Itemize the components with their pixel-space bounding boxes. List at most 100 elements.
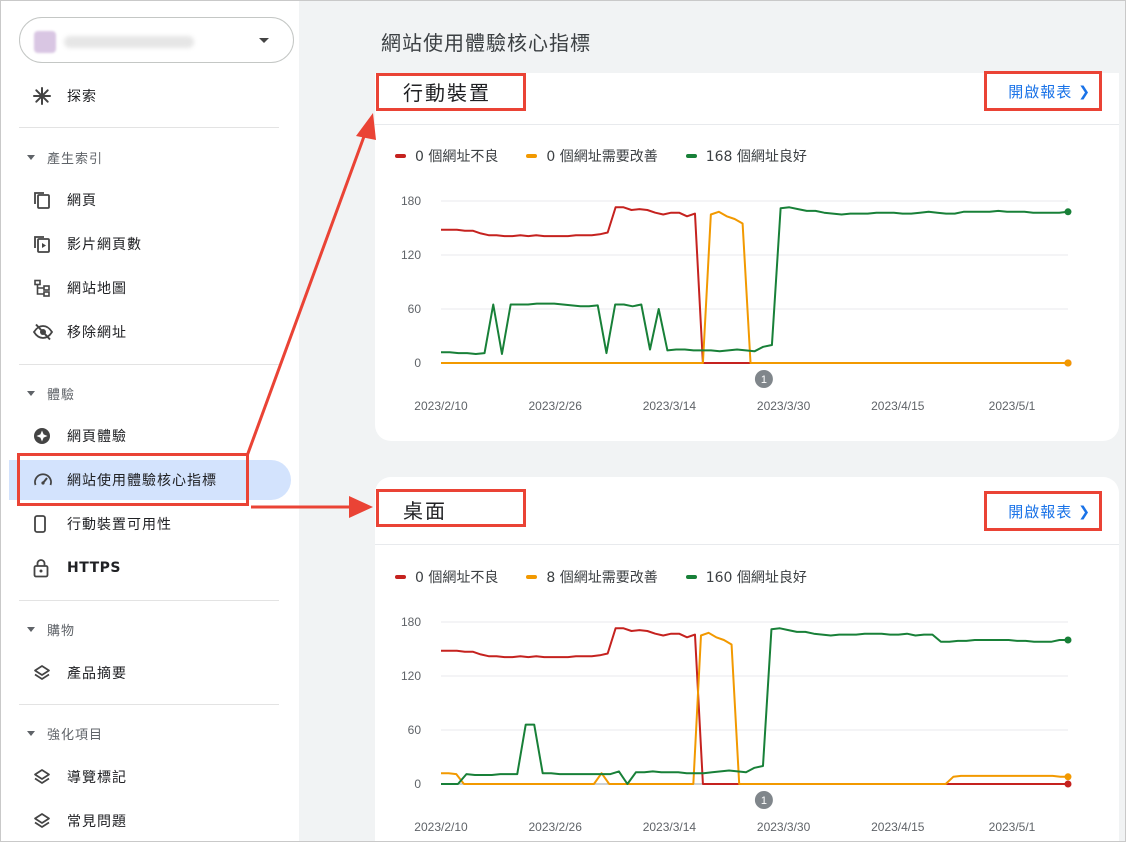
x-tick-label: 2023/5/1 (989, 399, 1036, 413)
sidebar-item-video-pages[interactable]: 影片網頁數 (19, 224, 291, 264)
mobile-line-chart: 0 60 120 180 2023/2/10 2023/2/26 2023/3/14 2023… (401, 194, 1072, 413)
eye-off-icon (19, 323, 67, 341)
mobile-card: 行動裝置 開啟報表 ❯ 0 個網址不良 0 個網址需要改善 168 個網址良好 0… (375, 73, 1119, 441)
legend-label: 8 個網址需要改善 (546, 570, 658, 586)
series-end-point (1064, 636, 1072, 644)
section-indexing[interactable]: 產生索引 (23, 147, 103, 167)
x-tick-label: 2023/3/14 (643, 399, 697, 413)
series-end-point (1064, 780, 1072, 788)
divider (19, 364, 279, 365)
legend-swatch (395, 575, 406, 579)
y-tick-label: 0 (414, 356, 421, 370)
legend-swatch (526, 154, 538, 158)
sidebar-item-page-experience[interactable]: 網頁體驗 (19, 416, 291, 456)
layers-icon (19, 768, 67, 786)
x-tick-label: 2023/4/15 (871, 820, 925, 834)
sidebar-item-breadcrumbs[interactable]: 導覽標記 (19, 757, 291, 797)
series-line (441, 206, 1068, 364)
collapse-triangle-icon (27, 730, 35, 736)
property-selector[interactable] (19, 17, 294, 63)
sidebar-item-label: 網站地圖 (67, 281, 127, 297)
sidebar-item-label: 移除網址 (67, 325, 127, 341)
legend-label: 0 個網址不良 (415, 149, 499, 165)
collapse-triangle-icon (27, 626, 35, 632)
app-frame: 探索 產生索引 網頁 影片網頁數 網站地圖 移除網址 體驗 網頁體驗 網站使用體 (0, 0, 1126, 842)
sidebar-item-pages[interactable]: 網頁 (19, 180, 291, 220)
annotation-box-mobile-link (984, 71, 1102, 111)
chart-legend: 0 個網址不良 8 個網址需要改善 160 個網址良好 (395, 567, 835, 587)
sidebar-item-mobile-usability[interactable]: 行動裝置可用性 (19, 504, 291, 544)
caret-down-icon (259, 38, 269, 43)
lock-icon (19, 558, 67, 578)
x-tick-label: 2023/2/26 (529, 399, 583, 413)
legend-item[interactable]: 0 個網址需要改善 (526, 146, 658, 166)
divider (19, 600, 279, 601)
x-tick-label: 2023/2/10 (414, 820, 468, 834)
x-tick-label: 2023/3/14 (643, 820, 697, 834)
section-enhancements[interactable]: 強化項目 (23, 723, 103, 743)
sidebar-item-removals[interactable]: 移除網址 (19, 312, 291, 352)
legend-item[interactable]: 160 個網址良好 (685, 567, 807, 587)
section-shopping[interactable]: 購物 (23, 619, 75, 639)
asterisk-icon (19, 87, 67, 105)
desktop-line-chart: 0 60 120 180 2023/2/10 2023/2/26 2023/3/14 2023… (401, 615, 1072, 834)
sidebar-item-explore[interactable]: 探索 (19, 76, 291, 116)
legend-label: 160 個網址良好 (705, 570, 807, 586)
layers-icon (19, 664, 67, 682)
section-label: 產生索引 (47, 151, 104, 167)
x-tick-label: 2023/2/26 (529, 820, 583, 834)
sidebar: 探索 產生索引 網頁 影片網頁數 網站地圖 移除網址 體驗 網頁體驗 網站使用體 (1, 1, 299, 841)
sidebar-item-label: 探索 (67, 89, 97, 105)
x-tick-label: 2023/5/1 (989, 820, 1036, 834)
sidebar-item-product-snippets[interactable]: 產品摘要 (19, 653, 291, 693)
series-line (441, 206, 1069, 355)
x-tick-label: 2023/3/30 (757, 820, 811, 834)
legend-label: 0 個網址不良 (415, 570, 499, 586)
legend-item[interactable]: 8 個網址需要改善 (526, 567, 658, 587)
property-name-redacted (64, 36, 194, 48)
annotation-box-desktop-link (984, 491, 1102, 531)
legend-item[interactable]: 0 個網址不良 (395, 146, 498, 166)
y-tick-label: 180 (401, 194, 421, 208)
y-tick-label: 120 (401, 669, 421, 683)
chart-legend: 0 個網址不良 0 個網址需要改善 168 個網址良好 (395, 146, 835, 166)
sidebar-item-faq[interactable]: 常見問題 (19, 801, 291, 841)
legend-label: 0 個網址需要改善 (546, 149, 658, 165)
sidebar-item-label: 產品摘要 (67, 666, 127, 682)
sitemap-icon (19, 279, 67, 297)
legend-swatch (685, 154, 697, 158)
y-tick-label: 120 (401, 248, 421, 262)
annotation-box-mobile-title (376, 73, 526, 111)
annotation-box-desktop-title (376, 489, 526, 527)
property-favicon (34, 31, 56, 53)
y-tick-label: 180 (401, 615, 421, 629)
sidebar-item-sitemaps[interactable]: 網站地圖 (19, 268, 291, 308)
legend-swatch (526, 575, 538, 579)
annotation-marker-label: 1 (761, 795, 767, 807)
series-end-point (1064, 359, 1072, 367)
legend-swatch (395, 154, 406, 158)
legend-item[interactable]: 0 個網址不良 (395, 567, 498, 587)
layers-icon (19, 812, 67, 830)
section-label: 購物 (47, 623, 76, 639)
pages-icon (19, 191, 67, 209)
sidebar-item-label: HTTPS (67, 560, 121, 576)
sidebar-item-label: 網頁體驗 (67, 429, 127, 445)
sidebar-item-label: 常見問題 (67, 814, 127, 830)
section-experience[interactable]: 體驗 (23, 383, 75, 403)
x-tick-label: 2023/2/10 (414, 399, 468, 413)
legend-item[interactable]: 168 個網址良好 (685, 146, 807, 166)
section-label: 體驗 (47, 387, 76, 403)
sidebar-item-label: 行動裝置可用性 (67, 517, 172, 533)
card-divider (375, 544, 1119, 545)
series-end-point (1064, 773, 1072, 781)
collapse-triangle-icon (27, 154, 35, 160)
section-label: 強化項目 (47, 727, 104, 743)
divider (19, 704, 279, 705)
sidebar-item-https[interactable]: HTTPS (19, 548, 291, 588)
page-title: 網站使用體驗核心指標 (381, 31, 591, 55)
desktop-card: 桌面 開啟報表 ❯ 0 個網址不良 8 個網址需要改善 160 個網址良好 0 60… (375, 477, 1119, 841)
series-end-point (1064, 208, 1072, 216)
collapse-triangle-icon (27, 390, 35, 396)
x-tick-label: 2023/4/15 (871, 399, 925, 413)
